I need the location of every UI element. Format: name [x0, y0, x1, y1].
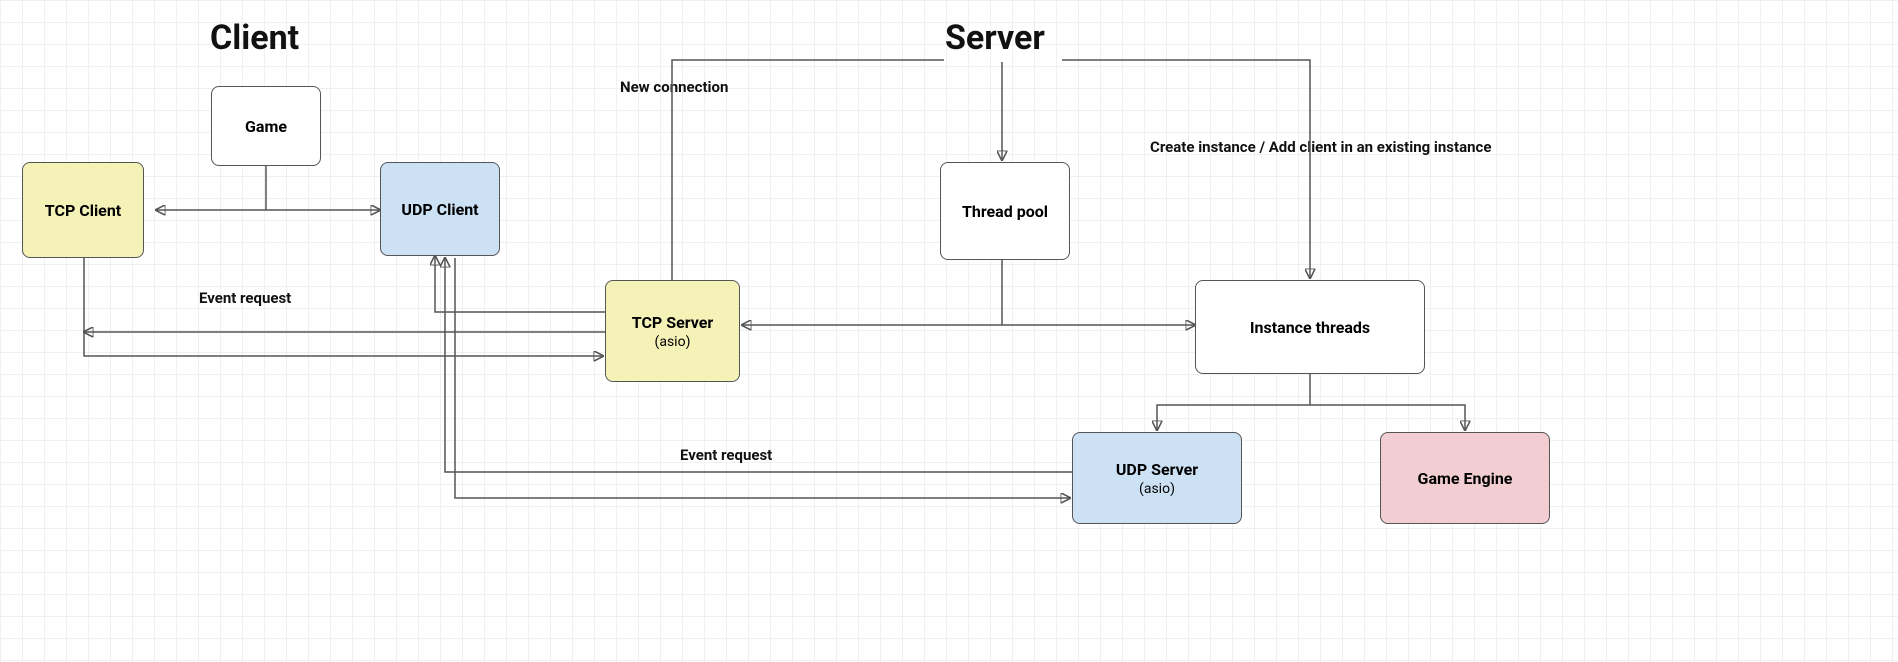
- client-section-title: Client: [210, 18, 299, 58]
- label-event-request-1: Event request: [199, 289, 291, 307]
- label-event-request-2: Event request: [680, 446, 772, 464]
- label-new-connection: New connection: [620, 78, 728, 96]
- node-game-label: Game: [245, 117, 287, 136]
- node-game-engine: Game Engine: [1380, 432, 1550, 524]
- diagram-canvas: Client Server Game TCP Client UDP Client…: [0, 0, 1898, 662]
- server-section-title: Server: [945, 18, 1045, 58]
- node-udp-client-label: UDP Client: [401, 200, 478, 219]
- node-thread-pool-label: Thread pool: [962, 202, 1048, 221]
- node-tcp-server: TCP Server (asio): [605, 280, 740, 382]
- node-udp-server: UDP Server (asio): [1072, 432, 1242, 524]
- node-instance-threads-label: Instance threads: [1250, 318, 1370, 337]
- node-udp-client: UDP Client: [380, 162, 500, 256]
- node-udp-server-label: UDP Server: [1116, 460, 1198, 479]
- node-tcp-server-label: TCP Server: [632, 313, 713, 332]
- node-game: Game: [211, 86, 321, 166]
- node-instance-threads: Instance threads: [1195, 280, 1425, 374]
- node-thread-pool: Thread pool: [940, 162, 1070, 260]
- node-tcp-server-sub: (asio): [655, 334, 691, 350]
- node-tcp-client-label: TCP Client: [45, 201, 121, 220]
- node-udp-server-sub: (asio): [1139, 481, 1175, 497]
- node-tcp-client: TCP Client: [22, 162, 144, 258]
- label-create-instance: Create instance / Add client in an exist…: [1150, 138, 1491, 156]
- node-game-engine-label: Game Engine: [1418, 469, 1513, 488]
